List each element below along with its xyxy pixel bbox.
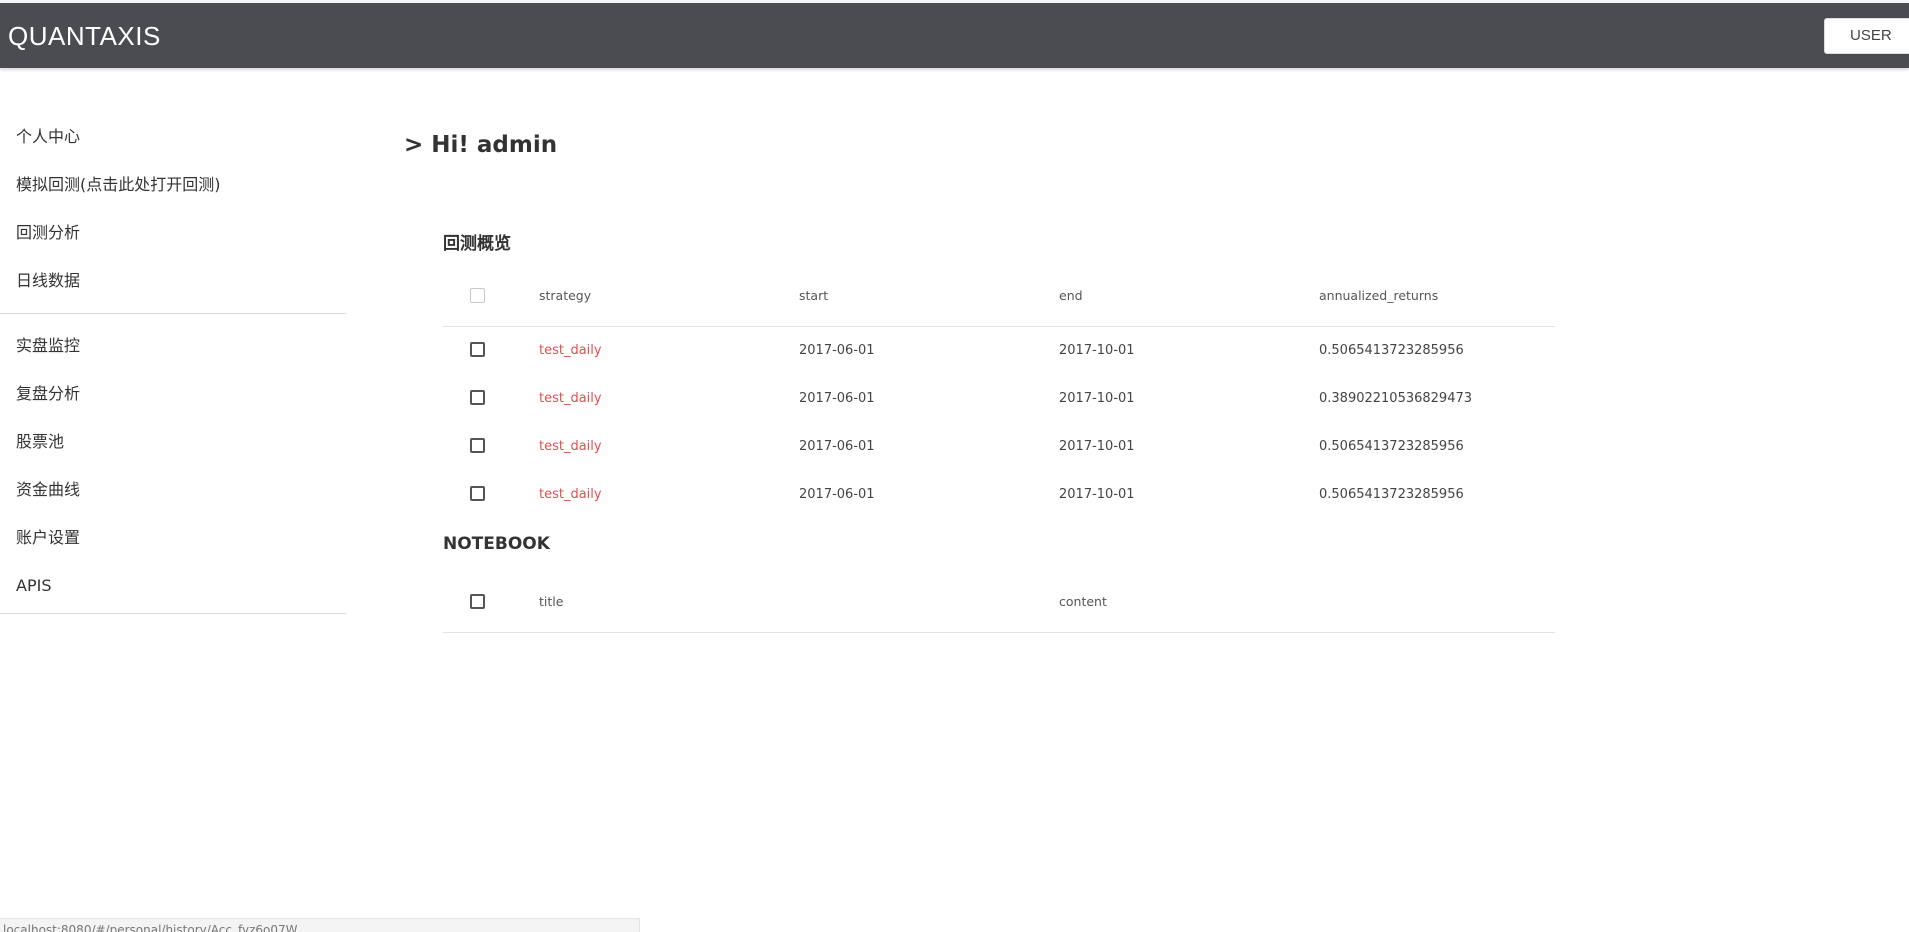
strategy-link[interactable]: test_daily [539, 327, 602, 375]
page-greeting: > Hi! admin [404, 132, 558, 158]
column-header-annualized-returns[interactable]: annualized_returns [1319, 266, 1438, 326]
sidebar-item-personal-center[interactable]: 个人中心 [0, 113, 346, 161]
sidebar-item-review-analysis[interactable]: 复盘分析 [0, 370, 346, 418]
column-header-end[interactable]: end [1059, 266, 1083, 326]
row-checkbox[interactable] [470, 486, 485, 501]
backtest-table: strategy start end annualized_returns te… [443, 266, 1555, 519]
sidebar-item-equity-curve[interactable]: 资金曲线 [0, 466, 346, 514]
end-date: 2017-10-01 [1059, 439, 1135, 454]
annualized-returns-value: 0.5065413723285956 [1319, 439, 1464, 454]
user-button[interactable]: USER [1824, 18, 1909, 54]
table-header: strategy start end annualized_returns [443, 266, 1555, 327]
sidebar-item-stock-pool[interactable]: 股票池 [0, 418, 346, 466]
row-checkbox[interactable] [470, 342, 485, 357]
sidebar-divider [0, 613, 346, 614]
end-date: 2017-10-01 [1059, 391, 1135, 406]
top-navbar: QUANTAXIS USER [0, 0, 1909, 68]
sidebar: 个人中心 模拟回测(点击此处打开回测) 回测分析 日线数据 实盘监控 复盘分析 … [0, 113, 346, 622]
row-checkbox[interactable] [470, 438, 485, 453]
annualized-returns-value: 0.5065413723285956 [1319, 343, 1464, 358]
start-date: 2017-06-01 [799, 439, 875, 454]
sidebar-item-backtest-analysis[interactable]: 回测分析 [0, 209, 346, 257]
sidebar-item-daily-data[interactable]: 日线数据 [0, 257, 346, 305]
column-header-content[interactable]: content [1059, 572, 1107, 632]
sidebar-item-simulated-backtest[interactable]: 模拟回测(点击此处打开回测) [0, 161, 346, 209]
backtest-overview-title: 回测概览 [443, 234, 511, 254]
table-row: test_daily 2017-06-01 2017-10-01 0.50654… [443, 423, 1555, 471]
select-all-checkbox[interactable] [470, 594, 485, 609]
strategy-link[interactable]: test_daily [539, 375, 602, 423]
table-row: test_daily 2017-06-01 2017-10-01 0.50654… [443, 471, 1555, 519]
start-date: 2017-06-01 [799, 487, 875, 502]
sidebar-item-live-monitor[interactable]: 实盘监控 [0, 322, 346, 370]
sidebar-item-account-settings[interactable]: 账户设置 [0, 514, 346, 562]
brand-logo[interactable]: QUANTAXIS [8, 21, 161, 52]
table-row: test_daily 2017-06-01 2017-10-01 0.38902… [443, 375, 1555, 423]
end-date: 2017-10-01 [1059, 343, 1135, 358]
start-date: 2017-06-01 [799, 391, 875, 406]
end-date: 2017-10-01 [1059, 487, 1135, 502]
table-row: test_daily 2017-06-01 2017-10-01 0.50654… [443, 327, 1555, 375]
strategy-link[interactable]: test_daily [539, 423, 602, 471]
annualized-returns-value: 0.38902210536829473 [1319, 391, 1473, 406]
annualized-returns-value: 0.5065413723285956 [1319, 487, 1464, 502]
strategy-link[interactable]: test_daily [539, 471, 602, 519]
start-date: 2017-06-01 [799, 343, 875, 358]
status-url: localhost:8080/#/personal/history/Acc_fy… [0, 918, 640, 932]
notebook-table: title content [443, 572, 1555, 633]
row-checkbox[interactable] [470, 390, 485, 405]
column-header-start[interactable]: start [799, 266, 828, 326]
sidebar-divider [0, 313, 346, 314]
select-all-checkbox[interactable] [470, 288, 485, 303]
sidebar-item-apis[interactable]: APIS [0, 562, 346, 610]
table-header: title content [443, 572, 1555, 633]
column-header-title[interactable]: title [539, 572, 563, 632]
notebook-title: NOTEBOOK [443, 534, 550, 554]
column-header-strategy[interactable]: strategy [539, 266, 591, 326]
